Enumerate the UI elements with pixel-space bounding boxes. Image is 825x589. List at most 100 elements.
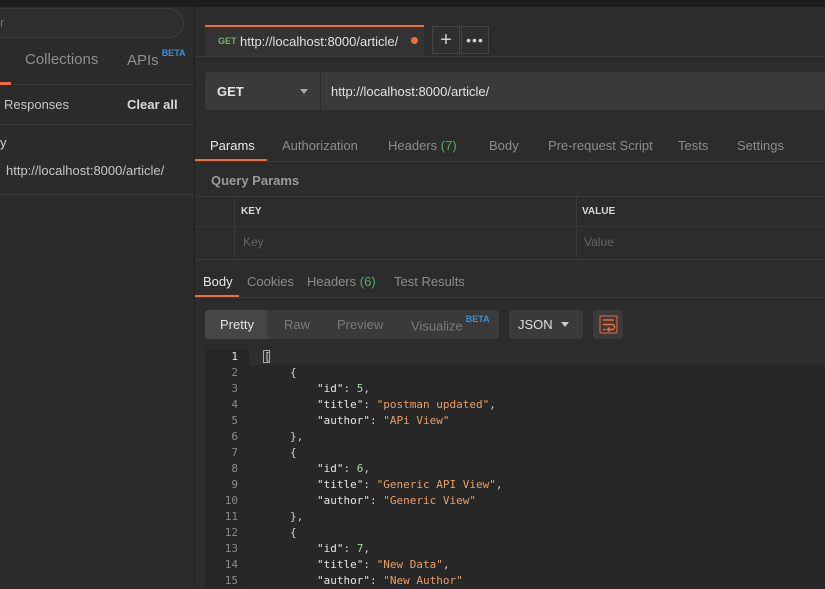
- view-pretty-label: Pretty: [220, 317, 254, 332]
- code-line: {: [290, 446, 297, 459]
- json-string: "Generic API View": [376, 478, 496, 491]
- query-params-table: [195, 196, 825, 260]
- table-divider: [234, 197, 235, 258]
- chevron-down-icon: [561, 322, 569, 327]
- wrap-lines-icon: [599, 315, 618, 334]
- beta-badge: BETA: [465, 314, 490, 324]
- code-line: "title": "New Data",: [317, 558, 450, 571]
- json-string: "New Data": [376, 558, 443, 571]
- tab-authorization[interactable]: Authorization: [282, 138, 358, 153]
- line-number: 3: [231, 382, 238, 395]
- wrap-lines-button[interactable]: [593, 310, 623, 339]
- line-number: 11: [224, 510, 238, 523]
- tab-params[interactable]: Params: [210, 138, 255, 153]
- response-tab-headers[interactable]: Headers (6): [307, 274, 376, 289]
- json-key: "title": [317, 558, 364, 571]
- method-label: GET: [217, 84, 244, 99]
- request-tabs-divider: [195, 161, 825, 162]
- json-number: 6: [356, 462, 364, 475]
- json-string: "Generic View": [383, 494, 476, 507]
- value-column-header: VALUE: [582, 206, 616, 217]
- key-column-header: KEY: [241, 206, 262, 217]
- json-key: "id": [317, 382, 344, 395]
- line-number: 15: [224, 574, 238, 587]
- active-line-highlight: [249, 349, 825, 365]
- sidebar-divider: [0, 194, 194, 195]
- json-key: "author": [317, 574, 370, 587]
- beta-badge: BETA: [161, 48, 186, 58]
- json-key: "author": [317, 494, 370, 507]
- line-number: 4: [231, 398, 238, 411]
- tab-body[interactable]: Body: [489, 138, 519, 153]
- code-line: {: [290, 526, 297, 539]
- save-responses-label[interactable]: Responses: [4, 97, 69, 112]
- more-tabs-button[interactable]: •••: [461, 26, 489, 54]
- code-line: [: [264, 350, 271, 363]
- code-line: {: [290, 366, 297, 379]
- tab-prerequest-script[interactable]: Pre-request Script: [548, 138, 653, 153]
- line-number: 5: [231, 414, 238, 427]
- query-params-title: Query Params: [211, 173, 300, 188]
- sidebar-active-tab-indicator: [0, 82, 11, 85]
- visualize-label: Visualize: [411, 318, 463, 334]
- response-body-editor[interactable]: [205, 349, 825, 589]
- response-tab-cookies[interactable]: Cookies: [247, 274, 294, 289]
- json-string: "postman updated": [376, 398, 490, 411]
- json-key: "title": [317, 398, 364, 411]
- code-line: },: [290, 510, 304, 523]
- json-key: "id": [317, 542, 344, 555]
- view-raw-button[interactable]: Raw: [284, 317, 310, 332]
- response-tab-test-results[interactable]: Test Results: [394, 274, 465, 289]
- table-divider: [576, 197, 577, 258]
- tab-strip-divider: [195, 56, 825, 57]
- tab-settings[interactable]: Settings: [737, 138, 784, 153]
- line-number: 13: [224, 542, 238, 555]
- code-line: "title": "Generic API View",: [317, 478, 503, 491]
- key-input[interactable]: Key: [243, 235, 264, 249]
- code-line: },: [290, 430, 304, 443]
- request-tab-method: GET: [218, 36, 237, 46]
- value-input[interactable]: Value: [584, 235, 614, 249]
- chevron-down-icon: [300, 89, 308, 94]
- sidebar-divider: [0, 124, 194, 125]
- unsaved-dot-icon: [411, 37, 418, 44]
- request-tab-title: http://localhost:8000/article/: [240, 34, 399, 49]
- json-string: "New Author": [383, 574, 463, 587]
- json-key: "author": [317, 414, 370, 427]
- table-divider: [195, 226, 825, 227]
- json-number: 7: [356, 542, 364, 555]
- view-visualize-button[interactable]: Visualize BETA: [411, 314, 490, 334]
- response-tab-body[interactable]: Body: [203, 274, 233, 289]
- tab-tests[interactable]: Tests: [678, 138, 708, 153]
- new-tab-button[interactable]: +: [432, 26, 460, 54]
- tab-collections[interactable]: Collections: [25, 51, 98, 68]
- tab-apis-label: APIs: [127, 52, 159, 69]
- code-line: "id": 7,: [317, 542, 370, 555]
- tab-headers[interactable]: Headers (7): [388, 138, 457, 153]
- code-line: "author": "New Author": [317, 574, 463, 587]
- history-group-label[interactable]: y: [0, 135, 7, 150]
- history-item[interactable]: http://localhost:8000/article/: [6, 163, 164, 178]
- code-line: "title": "postman updated",: [317, 398, 496, 411]
- json-number: 5: [356, 382, 364, 395]
- code-line: "author": "APi View": [317, 414, 450, 427]
- search-input[interactable]: [0, 8, 184, 38]
- json-key: "title": [317, 478, 364, 491]
- clear-all-button[interactable]: Clear all: [127, 97, 178, 112]
- headers-count: (7): [440, 138, 457, 153]
- line-number: 8: [231, 462, 238, 475]
- url-value: http://localhost:8000/article/: [331, 84, 490, 99]
- code-line: "id": 5,: [317, 382, 370, 395]
- tab-apis[interactable]: APIs BETA: [127, 48, 186, 69]
- json-string: "APi View": [383, 414, 450, 427]
- code-line: "author": "Generic View": [317, 494, 476, 507]
- tab-headers-label: Headers: [388, 138, 438, 153]
- format-label: JSON: [518, 317, 553, 332]
- view-preview-button[interactable]: Preview: [337, 317, 383, 332]
- line-number: 10: [224, 494, 238, 507]
- response-headers-count: (6): [359, 274, 376, 289]
- window-top-bar: [0, 0, 825, 7]
- line-number: 2: [231, 366, 238, 379]
- sidebar: [0, 7, 195, 589]
- response-headers-label: Headers: [307, 274, 357, 289]
